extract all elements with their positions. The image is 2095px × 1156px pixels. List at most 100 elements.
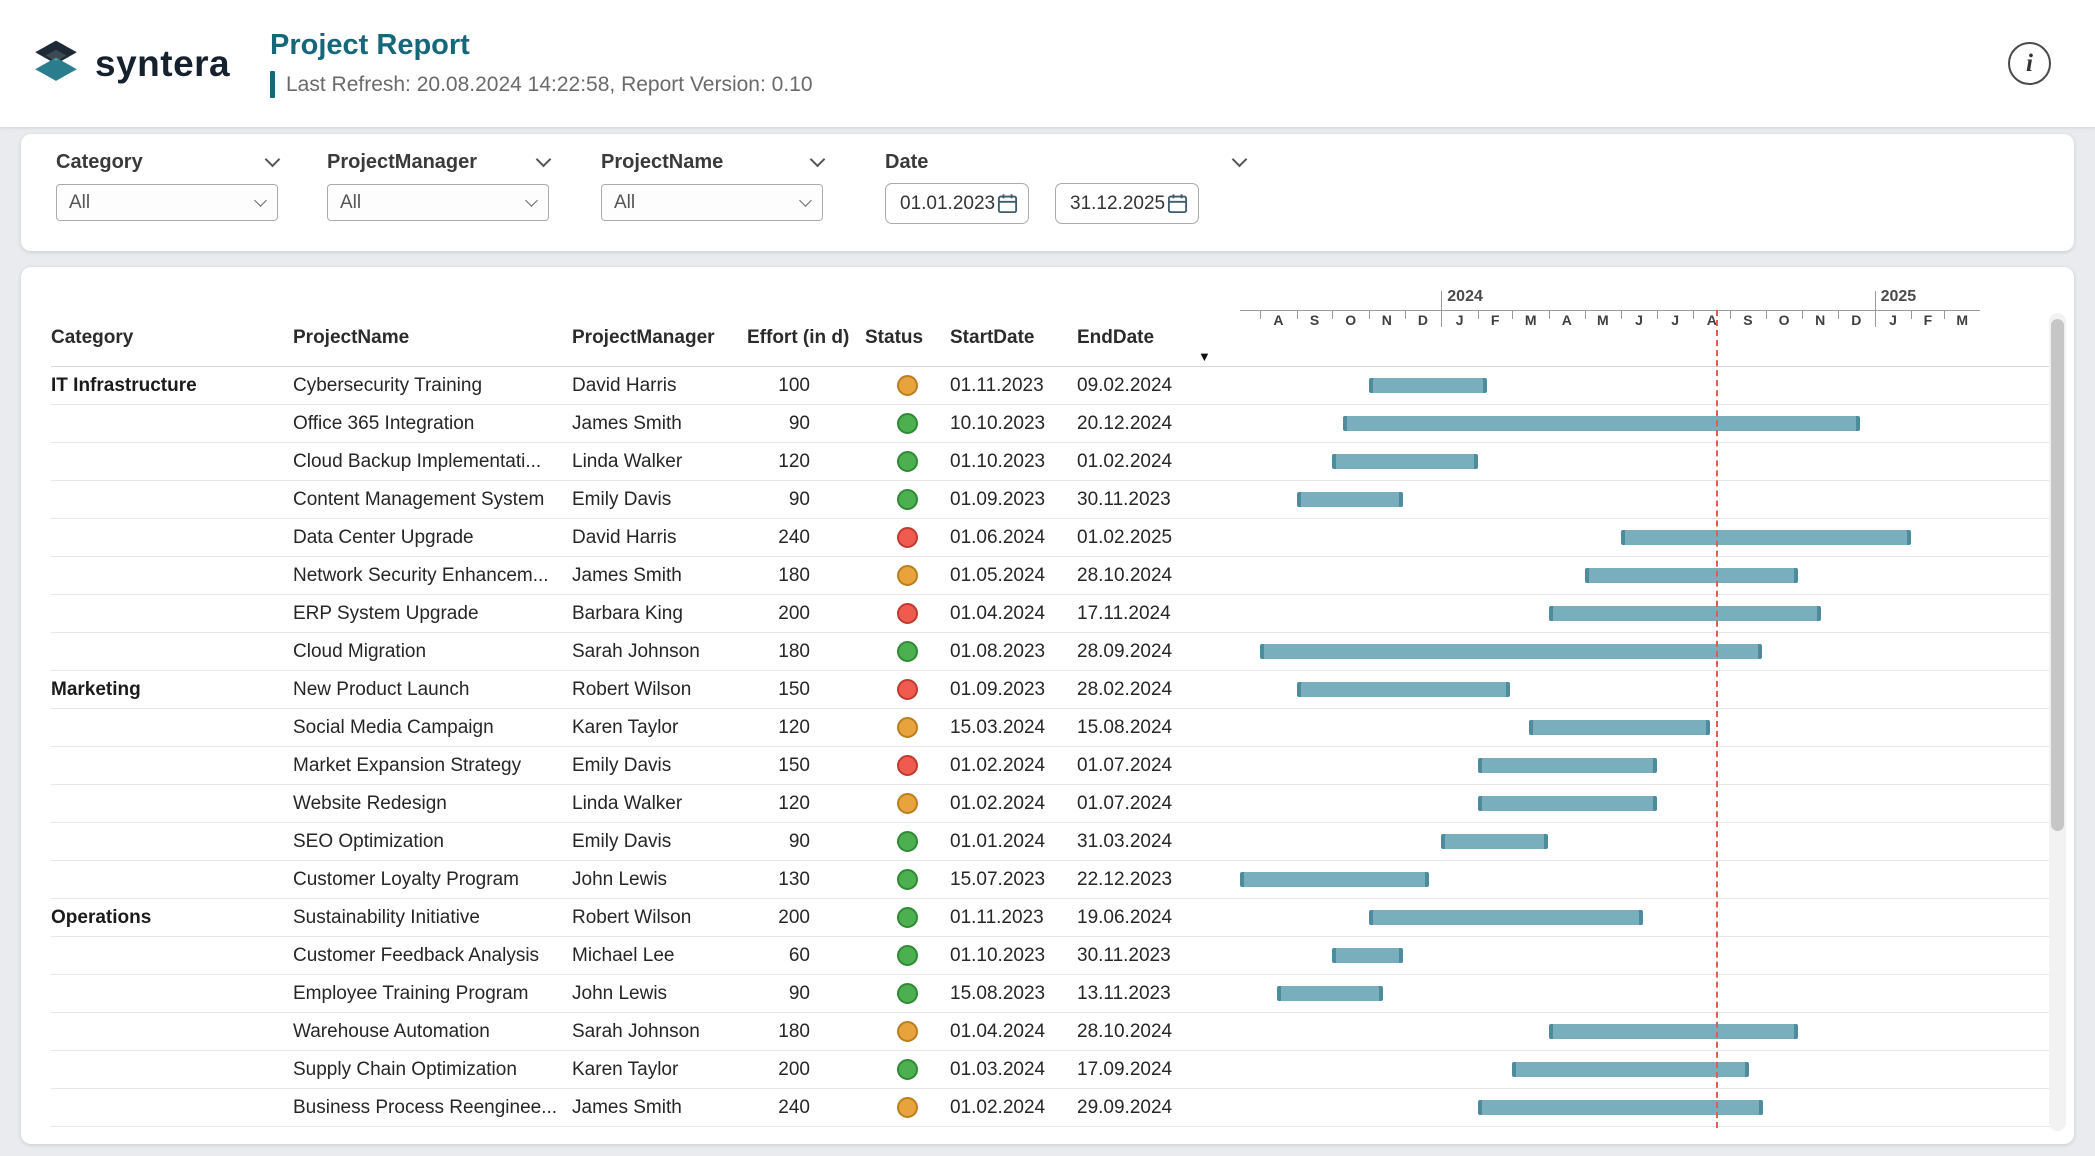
cell-end-date: 01.02.2024: [1077, 443, 1240, 480]
chevron-down-icon[interactable]: [1232, 151, 1248, 167]
scrollbar-track[interactable]: [2049, 313, 2066, 1131]
column-header-project-manager[interactable]: ProjectManager: [572, 267, 747, 366]
table-row[interactable]: Network Security Enhancem...James Smith1…: [51, 557, 2050, 595]
cell-effort: 200: [747, 899, 865, 936]
project-manager-dropdown[interactable]: All: [327, 184, 549, 221]
cell-effort: 150: [747, 747, 865, 784]
table-row[interactable]: SEO OptimizationEmily Davis9001.01.20243…: [51, 823, 2050, 861]
cell-project-manager: Robert Wilson: [572, 671, 747, 708]
info-icon: i: [2026, 50, 2033, 78]
table-row[interactable]: Content Management SystemEmily Davis9001…: [51, 481, 2050, 519]
table-row[interactable]: Cloud MigrationSarah Johnson18001.08.202…: [51, 633, 2050, 671]
table-row[interactable]: Cloud Backup Implementati...Linda Walker…: [51, 443, 2050, 481]
cell-category: [51, 785, 293, 822]
gantt-lane: [1240, 405, 1980, 442]
cell-end-date: 30.11.2023: [1077, 481, 1240, 518]
chevron-down-icon[interactable]: [536, 151, 552, 167]
table-row[interactable]: Social Media CampaignKaren Taylor12015.0…: [51, 709, 2050, 747]
chevron-down-icon[interactable]: [265, 151, 281, 167]
gantt-bar[interactable]: [1260, 644, 1762, 659]
gantt-bar[interactable]: [1549, 606, 1821, 621]
table-row[interactable]: MarketingNew Product LaunchRobert Wilson…: [51, 671, 2050, 709]
category-dropdown[interactable]: All: [56, 184, 278, 221]
status-indicator-green: [897, 641, 918, 662]
date-to-input[interactable]: 31.12.2025: [1055, 183, 1199, 224]
table-row[interactable]: IT InfrastructureCybersecurity TrainingD…: [51, 367, 2050, 405]
gantt-lane: [1240, 1089, 1980, 1126]
column-header-category[interactable]: Category: [51, 267, 293, 366]
cell-effort: 120: [747, 709, 865, 746]
cell-project-name: Website Redesign: [293, 785, 572, 822]
gantt-bar[interactable]: [1585, 568, 1798, 583]
table-row[interactable]: Customer Feedback AnalysisMichael Lee600…: [51, 937, 2050, 975]
gantt-lane: [1240, 975, 1980, 1012]
column-header-start-date[interactable]: StartDate: [950, 267, 1077, 366]
cell-status: [865, 557, 950, 594]
page-title: Project Report: [270, 29, 813, 62]
column-header-end-date[interactable]: EndDate: [1077, 267, 1240, 366]
cell-category: [51, 519, 293, 556]
month-label: M: [1944, 312, 1980, 328]
gantt-cell: [1240, 1051, 2050, 1088]
gantt-lane: [1240, 633, 1980, 670]
gantt-lane: [1240, 671, 1980, 708]
table-row[interactable]: Market Expansion StrategyEmily Davis1500…: [51, 747, 2050, 785]
table-row[interactable]: Employee Training ProgramJohn Lewis9015.…: [51, 975, 2050, 1013]
gantt-bar[interactable]: [1240, 872, 1429, 887]
gantt-bar[interactable]: [1549, 1024, 1798, 1039]
gantt-bar[interactable]: [1369, 378, 1487, 393]
gantt-lane: [1240, 557, 1980, 594]
cell-start-date: 01.04.2024: [950, 595, 1077, 632]
cell-end-date: 22.12.2023: [1077, 861, 1240, 898]
cell-start-date: 10.10.2023: [950, 405, 1077, 442]
cell-start-date: 01.05.2024: [950, 557, 1077, 594]
gantt-lane: [1240, 785, 1980, 822]
calendar-icon[interactable]: [1166, 192, 1189, 215]
table-row[interactable]: Customer Loyalty ProgramJohn Lewis13015.…: [51, 861, 2050, 899]
gantt-bar[interactable]: [1297, 492, 1404, 507]
table-row[interactable]: Website RedesignLinda Walker12001.02.202…: [51, 785, 2050, 823]
gantt-bar[interactable]: [1297, 682, 1510, 697]
gantt-bar[interactable]: [1369, 910, 1643, 925]
info-button[interactable]: i: [2008, 42, 2051, 85]
table-row[interactable]: Warehouse AutomationSarah Johnson18001.0…: [51, 1013, 2050, 1051]
gantt-bar[interactable]: [1332, 454, 1478, 469]
calendar-icon[interactable]: [996, 192, 1019, 215]
cell-end-date: 29.09.2024: [1077, 1089, 1240, 1126]
table-row[interactable]: Supply Chain OptimizationKaren Taylor200…: [51, 1051, 2050, 1089]
table-row[interactable]: Business Process Reenginee...James Smith…: [51, 1089, 2050, 1127]
sort-indicator-icon[interactable]: ▼: [1198, 349, 1211, 364]
table-row[interactable]: OperationsSustainability InitiativeRober…: [51, 899, 2050, 937]
table-row[interactable]: ERP System UpgradeBarbara King20001.04.2…: [51, 595, 2050, 633]
date-from-input[interactable]: 01.01.2023: [885, 183, 1029, 224]
report-canvas: Category ProjectName ProjectManager Effo…: [21, 267, 2074, 1144]
gantt-bar[interactable]: [1343, 416, 1860, 431]
gantt-bar[interactable]: [1621, 530, 1911, 545]
scrollbar-thumb[interactable]: [2051, 319, 2064, 831]
table-row[interactable]: Office 365 IntegrationJames Smith9010.10…: [51, 405, 2050, 443]
month-label: N: [1369, 312, 1405, 328]
column-header-status[interactable]: Status: [865, 267, 950, 366]
column-header-effort[interactable]: Effort (in d): [747, 267, 865, 366]
gantt-bar[interactable]: [1441, 834, 1548, 849]
gantt-cell: [1240, 595, 2050, 632]
table-row[interactable]: Data Center UpgradeDavid Harris24001.06.…: [51, 519, 2050, 557]
gantt-bar[interactable]: [1478, 758, 1657, 773]
gantt-bar[interactable]: [1478, 1100, 1763, 1115]
gantt-bar[interactable]: [1277, 986, 1384, 1001]
column-header-project-name[interactable]: ProjectName: [293, 267, 572, 366]
gantt-bar[interactable]: [1478, 796, 1657, 811]
cell-start-date: 01.02.2024: [950, 1089, 1077, 1126]
status-indicator-green: [897, 869, 918, 890]
gantt-cell: [1240, 557, 2050, 594]
gantt-bar[interactable]: [1332, 948, 1403, 963]
cell-status: [865, 747, 950, 784]
project-name-dropdown[interactable]: All: [601, 184, 823, 221]
chevron-down-icon[interactable]: [810, 151, 826, 167]
cell-project-name: Supply Chain Optimization: [293, 1051, 572, 1088]
gantt-cell: [1240, 747, 2050, 784]
month-label: A: [1549, 312, 1585, 328]
gantt-cell: [1240, 823, 2050, 860]
gantt-bar[interactable]: [1529, 720, 1710, 735]
gantt-bar[interactable]: [1512, 1062, 1749, 1077]
